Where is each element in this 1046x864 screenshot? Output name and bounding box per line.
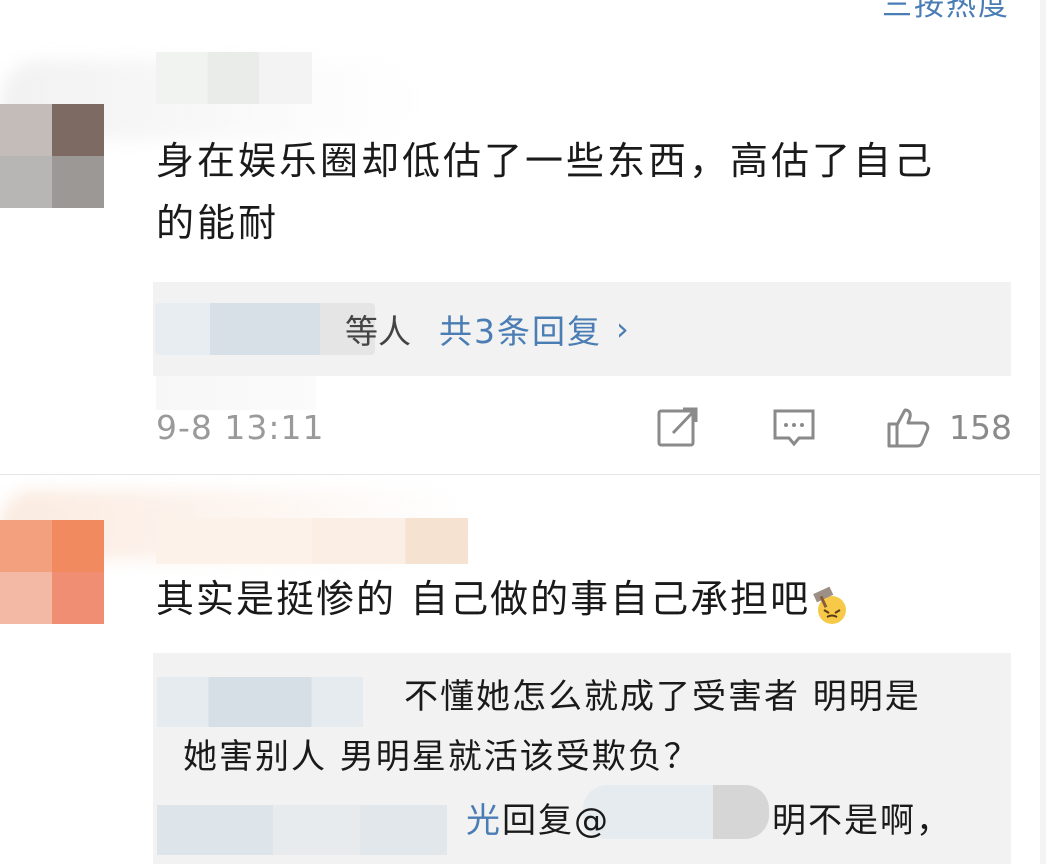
hammer-emoji-icon	[810, 582, 850, 624]
comment-text-body: 其实是挺惨的 自己做的事自己承担吧	[156, 577, 811, 621]
username-mosaic[interactable]	[156, 518, 468, 564]
reply-item[interactable]: 不懂她怎么就成了受害者 明明是	[404, 669, 921, 725]
share-icon[interactable]	[655, 404, 701, 450]
reply-author-mosaic	[155, 303, 375, 355]
reply-author-suffix: 等人	[345, 312, 411, 351]
reply-author-mosaic	[157, 805, 447, 855]
like-count: 158	[949, 407, 1012, 447]
reply-item[interactable]: 光回复@	[466, 793, 610, 849]
reply-text-line2: 她害别人 男明星就活该受欺负？	[183, 737, 700, 777]
scrollbar-track[interactable]	[1040, 0, 1046, 864]
comment-icon[interactable]	[771, 404, 817, 450]
comment-text-line2: 的能耐	[156, 201, 280, 245]
comment-text: 其实是挺惨的 自己做的事自己承担吧	[156, 568, 850, 630]
view-all-replies-link[interactable]: 共3条回复	[439, 305, 602, 353]
reply-author-mosaic	[157, 677, 363, 727]
sort-by-hot-link[interactable]: 三按热度	[882, 0, 1010, 24]
comment-timestamp: 9-8 13:11	[156, 407, 325, 447]
comment-text: 身在娱乐圈却低估了一些东西，高估了自己 的能耐	[156, 130, 935, 254]
reply-item-suffix: 明不是啊，	[772, 793, 952, 849]
reply-summary-box[interactable]: 等人 共3条回复 ›	[153, 282, 1011, 376]
like-icon[interactable]	[885, 404, 931, 450]
reply-author-link[interactable]: 光	[466, 801, 502, 841]
avatar[interactable]	[0, 104, 104, 208]
reply-mention-prefix: 回复@	[502, 801, 610, 841]
comment-divider	[0, 474, 1040, 475]
comment-text-line1: 身在娱乐圈却低估了一些东西，高估了自己	[156, 139, 936, 183]
username-mosaic[interactable]	[156, 52, 312, 104]
comment-meta-row: 9-8 13:11 158	[156, 402, 1012, 452]
chevron-right-icon: ›	[616, 310, 629, 348]
reply-text-line1: 不懂她怎么就成了受害者 明明是	[404, 677, 921, 717]
reply-mention-mosaic	[583, 785, 769, 839]
avatar[interactable]	[0, 520, 104, 624]
reply-text-suffix: 明不是啊，	[772, 801, 952, 841]
reply-item-continued[interactable]: 她害别人 男明星就活该受欺负？	[183, 729, 700, 785]
